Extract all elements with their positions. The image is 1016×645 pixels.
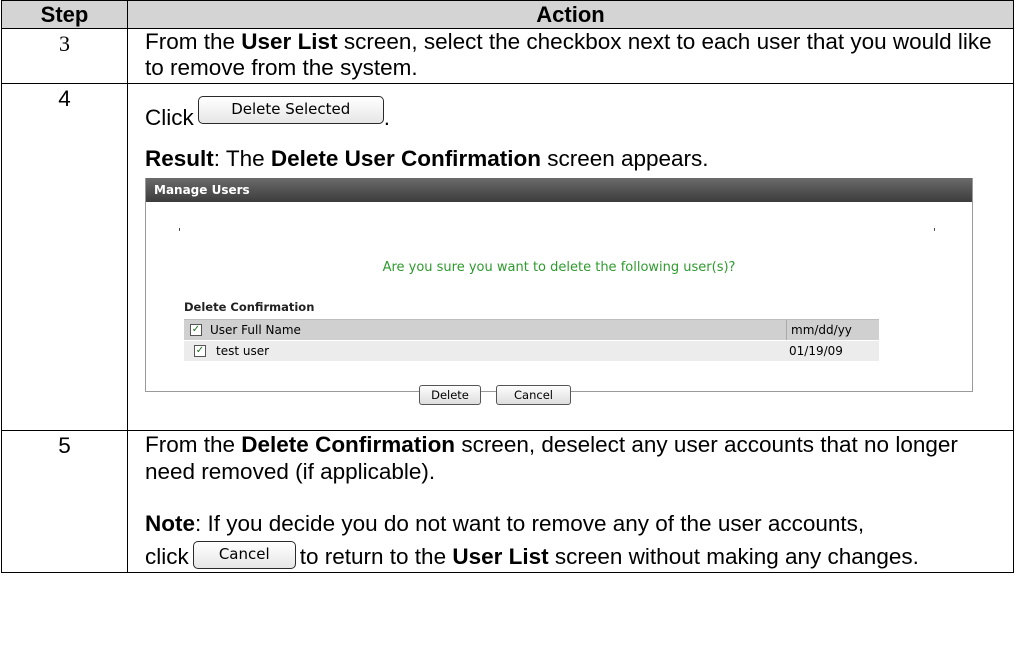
result-bold-text: Delete User Confirmation [270,146,541,171]
note-label: Note [145,511,195,536]
manage-users-title-bar: Manage Users [146,178,972,202]
table-row: ✓ test user 01/19/09 [184,340,879,361]
action-column-header: Action [127,0,1014,29]
table-header-row: Step Action [1,0,1014,29]
result-text: screen appears. [540,146,709,171]
click-text: Click [145,105,194,130]
select-all-checkbox[interactable]: ✓ [190,324,202,336]
note-text: screen without making any changes. [548,544,919,569]
grid-header-row: ✓ User Full Name mm/dd/yy [184,319,879,340]
date-column-header: mm/dd/yy [786,320,852,340]
table-row: 3 From the User List screen, select the … [1,28,1014,84]
delete-confirmation-label: Delete Confirmation [184,300,315,314]
period-text: . [383,105,391,130]
action-bold-text: User List [241,29,338,54]
result-text: : The [213,146,271,171]
action-cell: From the Delete Confirmation screen, des… [127,429,1014,574]
action-cell: Click Delete Selected. Result: The Delete… [127,83,1014,431]
delete-selected-button[interactable]: Delete Selected [197,96,384,125]
delete-confirmation-screenshot: Manage Users ' ' Are you sure you want t… [145,178,973,405]
step-column-header: Step [1,0,128,29]
confirmation-question: Are you sure you want to delete the foll… [382,260,736,275]
tick-mark: ' [933,226,937,239]
note-text: : If you decide you do not want to remov… [195,511,865,536]
table-row: 5 From the Delete Confirmation screen, d… [1,429,1014,574]
step-number: 3 [1,28,128,84]
table-row: 4 Click Delete Selected. Result: The Dele… [1,83,1014,431]
action-bold-text: Delete Confirmation [241,432,456,457]
action-text: From the [145,29,242,54]
step-number: 5 [1,429,128,574]
click-text: click [145,544,189,569]
procedure-table: Step Action 3 From the User List screen,… [1,0,1014,574]
action-cell: From the User List screen, select the ch… [127,28,1014,84]
cancel-button[interactable]: Cancel [496,385,571,405]
result-label: Result [145,146,214,171]
user-checkbox[interactable]: ✓ [194,345,206,357]
action-text: From the [145,432,242,457]
step-number: 4 [1,83,128,431]
user-date: 01/19/09 [789,344,843,358]
user-confirmation-grid: ✓ User Full Name mm/dd/yy ✓ test user 01… [184,319,879,361]
user-name: test user [216,344,270,358]
delete-button[interactable]: Delete [419,385,481,405]
tick-mark: ' [178,226,182,239]
note-text: to return to the [299,544,453,569]
cancel-inline-button[interactable]: Cancel [192,541,296,570]
note-bold-text: User List [452,544,549,569]
